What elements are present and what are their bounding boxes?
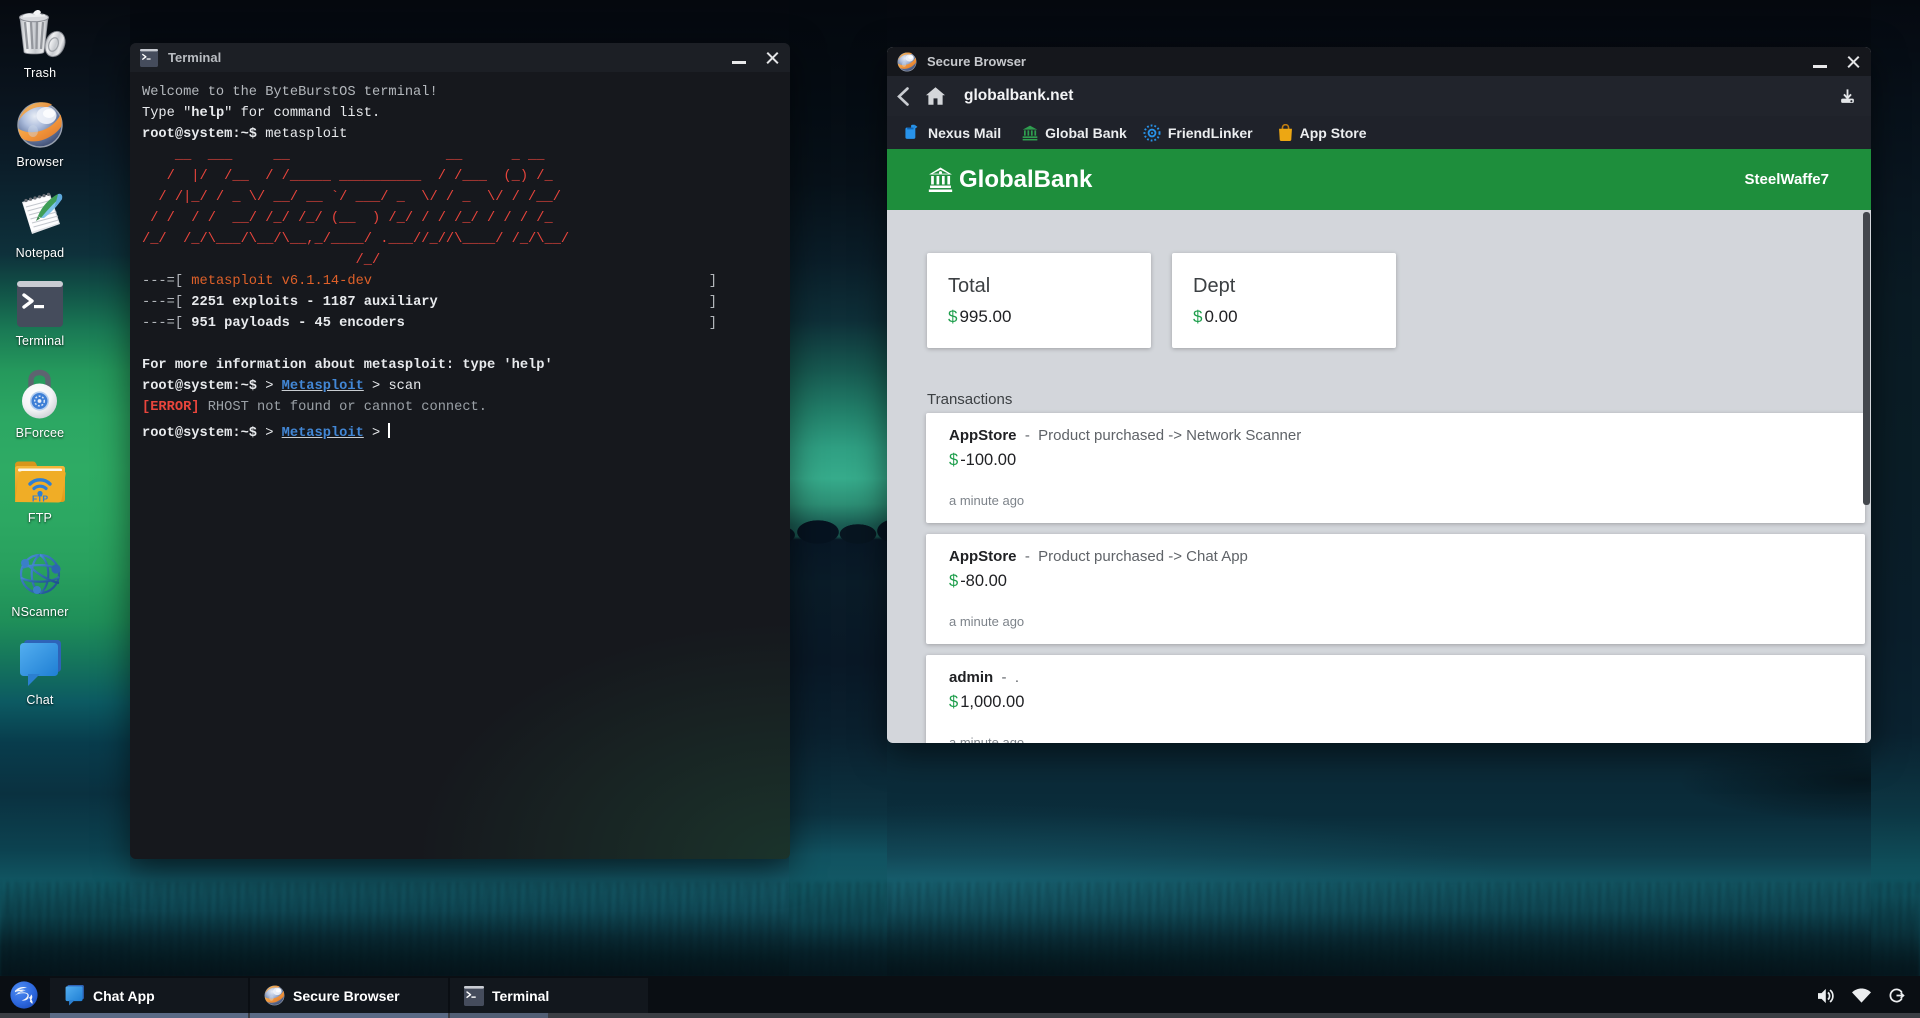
- svg-text:FTP: FTP: [32, 494, 48, 504]
